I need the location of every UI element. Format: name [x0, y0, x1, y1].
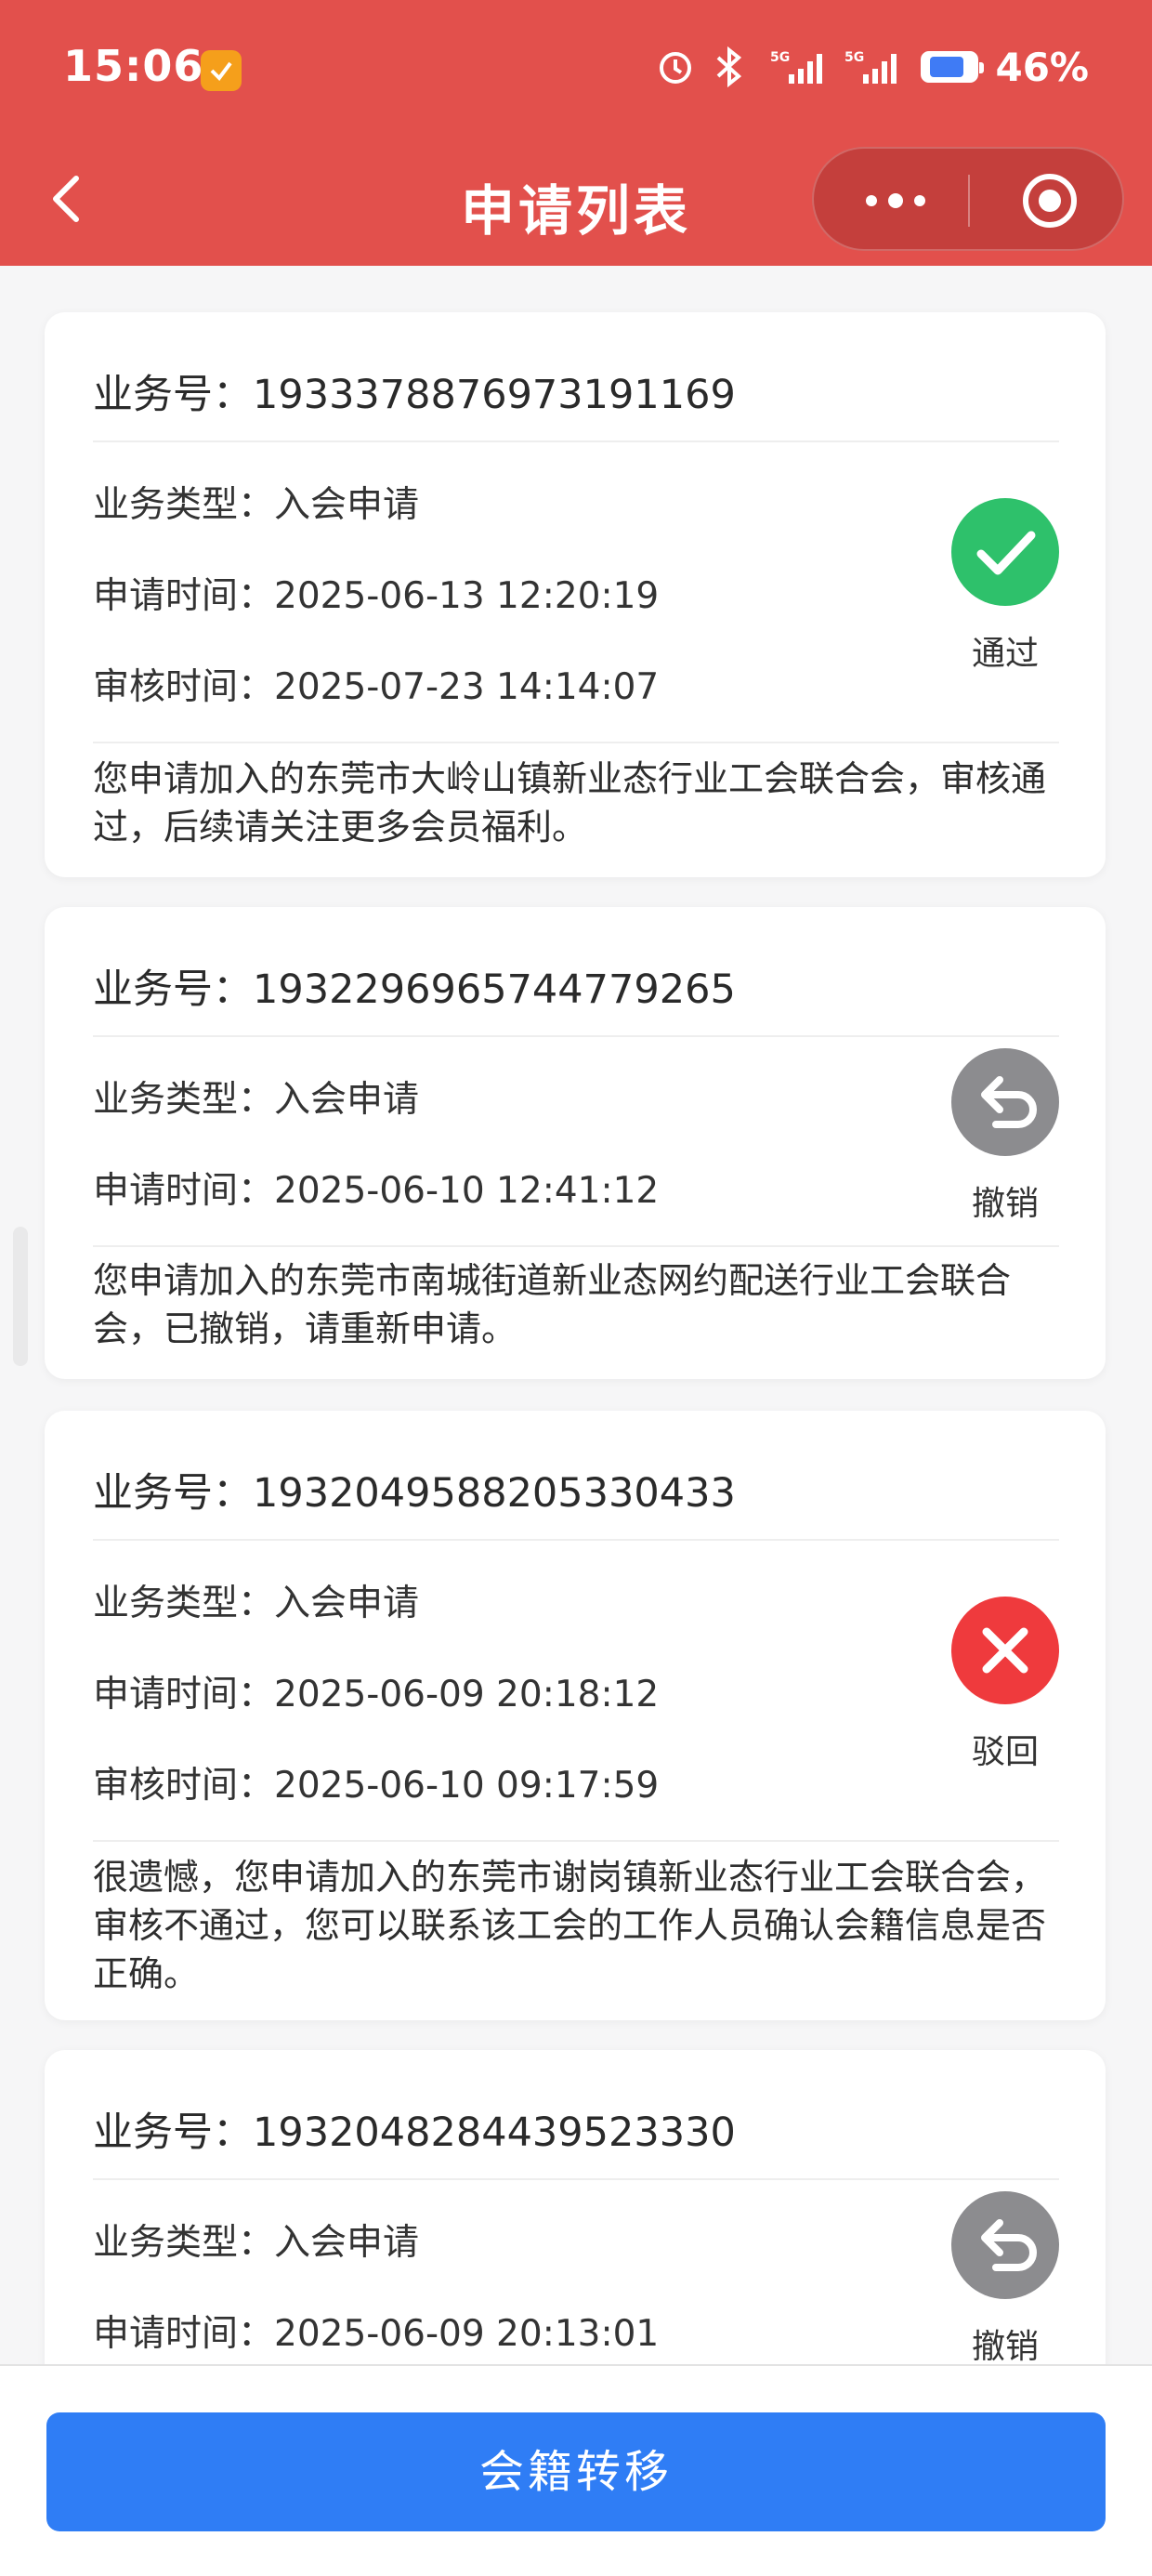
application-card[interactable]: 业务号：1933378876973191169 业务类型：入会申请 申请时间：2…: [45, 312, 1106, 877]
divider: [93, 1245, 1059, 1247]
review-time-row: 审核时间：2025-06-10 09:17:59: [93, 1765, 660, 1807]
undo-arrow-icon: [981, 1076, 1037, 1128]
divider: [93, 742, 1059, 743]
business-number: 业务号：1932049588205330433: [93, 1470, 736, 1517]
navigation-bar: 申请列表: [0, 139, 1152, 266]
business-type-row: 业务类型：入会申请: [93, 2222, 420, 2264]
status-message: 您申请加入的东莞市大岭山镇新业态行业工会联合会，审核通过，后续请关注更多会员福利…: [93, 758, 1047, 848]
network-type-text-2: 5G: [844, 50, 864, 65]
application-card[interactable]: 业务号：1932048284439523330 业务类型：入会申请 申请时间：2…: [45, 2050, 1106, 2385]
network-type-text: 5G: [770, 50, 790, 65]
target-circle-icon[interactable]: [1020, 171, 1080, 230]
status-rejected-badge: [951, 1597, 1059, 1704]
business-number: 业务号：1933378876973191169: [93, 372, 736, 418]
review-time-row: 审核时间：2025-07-23 14:14:07: [93, 666, 660, 708]
membership-transfer-button[interactable]: 会籍转移: [46, 2412, 1106, 2531]
business-number: 业务号：1932296965744779265: [93, 966, 736, 1013]
capsule-divider: [968, 175, 970, 227]
mini-program-capsule: [812, 147, 1124, 251]
status-label: 通过: [971, 635, 1039, 673]
undo-arrow-icon: [981, 2219, 1037, 2271]
status-label: 撤销: [971, 2328, 1039, 2366]
status-time: 15:06: [63, 41, 204, 91]
x-icon: [982, 1627, 1028, 1674]
status-label: 撤销: [971, 1185, 1039, 1223]
status-revoked-badge: [951, 1048, 1059, 1156]
apply-time-row: 申请时间：2025-06-13 12:20:19: [93, 575, 660, 617]
apply-time-row: 申请时间：2025-06-09 20:13:01: [93, 2313, 660, 2355]
apply-time-row: 申请时间：2025-06-09 20:18:12: [93, 1674, 660, 1715]
status-revoked-badge: [951, 2191, 1059, 2299]
application-card[interactable]: 业务号：1932296965744779265 业务类型：入会申请 申请时间：2…: [45, 907, 1106, 1379]
battery-icon: [921, 51, 985, 83]
status-label: 驳回: [971, 1733, 1039, 1771]
status-message: 您申请加入的东莞市南城街道新业态网约配送行业工会联合会，已撤销，请重新申请。: [93, 1260, 1012, 1349]
business-type-row: 业务类型：入会申请: [93, 484, 420, 526]
bluetooth-icon: [717, 46, 742, 87]
signal-strength-icon-2: 5G: [844, 50, 897, 84]
bottom-action-bar: 会籍转移: [0, 2364, 1152, 2576]
business-type-row: 业务类型：入会申请: [93, 1583, 420, 1624]
apply-time-row: 申请时间：2025-06-10 12:41:12: [93, 1170, 660, 1212]
application-card[interactable]: 业务号：1932049588205330433 业务类型：入会申请 申请时间：2…: [45, 1411, 1106, 2020]
status-bar: 15:06 5G 5G 46%: [0, 0, 1152, 139]
divider: [93, 440, 1059, 442]
battery-percent: 46%: [995, 44, 1089, 90]
alarm-icon: [660, 52, 692, 84]
notification-app-icon: [201, 50, 242, 91]
status-message: 很遗憾，您申请加入的东莞市谢岗镇新业态行业工会联合会，审核不通过，您可以联系该工…: [93, 1857, 1047, 1994]
signal-indicators: 5G 5G: [765, 48, 904, 85]
business-number: 业务号：1932048284439523330: [93, 2109, 736, 2156]
business-type-row: 业务类型：入会申请: [93, 1079, 420, 1121]
divider: [93, 2178, 1059, 2180]
divider: [93, 1539, 1059, 1541]
divider: [93, 1840, 1059, 1842]
status-indicators: 5G 5G 46%: [657, 41, 1089, 93]
more-dots-icon[interactable]: [858, 182, 933, 219]
divider: [93, 1035, 1059, 1037]
check-icon: [976, 531, 1036, 575]
scroll-indicator: [13, 1227, 28, 1366]
signal-strength-icon: 5G: [770, 50, 823, 84]
status-approved-badge: [951, 498, 1059, 606]
top-header: 15:06 5G 5G 46% 申请列表: [0, 0, 1152, 266]
